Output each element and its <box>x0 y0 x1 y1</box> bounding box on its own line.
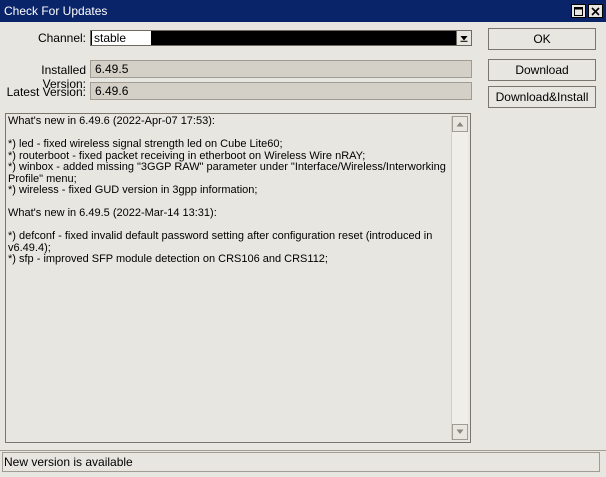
scroll-up-icon <box>456 122 464 127</box>
latest-version-label: Latest Version: <box>6 85 86 99</box>
changelog-text: What's new in 6.49.6 (2022-Apr-07 17:53)… <box>8 116 446 265</box>
maximize-icon <box>574 6 583 16</box>
channel-dropdown-button[interactable] <box>456 31 471 45</box>
window-title: Check For Updates <box>4 4 108 18</box>
close-button[interactable] <box>588 4 603 18</box>
close-icon <box>591 6 600 16</box>
changelog-scrollbar[interactable] <box>451 116 468 440</box>
title-bar-controls <box>571 4 606 18</box>
maximize-button[interactable] <box>571 4 586 18</box>
changelog-textarea[interactable]: What's new in 6.49.6 (2022-Apr-07 17:53)… <box>5 113 471 443</box>
scroll-down-button[interactable] <box>452 424 468 440</box>
channel-label: Channel: <box>37 31 86 45</box>
channel-selected-value: stable <box>92 31 151 45</box>
download-button[interactable]: Download <box>488 59 596 81</box>
title-bar[interactable]: Check For Updates <box>0 0 606 22</box>
ok-button[interactable]: OK <box>488 28 596 50</box>
scroll-down-icon <box>456 429 464 434</box>
latest-version-field: 6.49.6 <box>90 82 472 100</box>
download-install-button[interactable]: Download&Install <box>488 86 596 108</box>
dropdown-arrow-icon <box>460 36 468 42</box>
channel-select[interactable]: stable <box>90 30 472 46</box>
status-bar: New version is available <box>0 450 606 477</box>
scroll-up-button[interactable] <box>452 116 468 132</box>
installed-version-field: 6.49.5 <box>90 60 472 78</box>
status-text: New version is available <box>4 455 133 469</box>
